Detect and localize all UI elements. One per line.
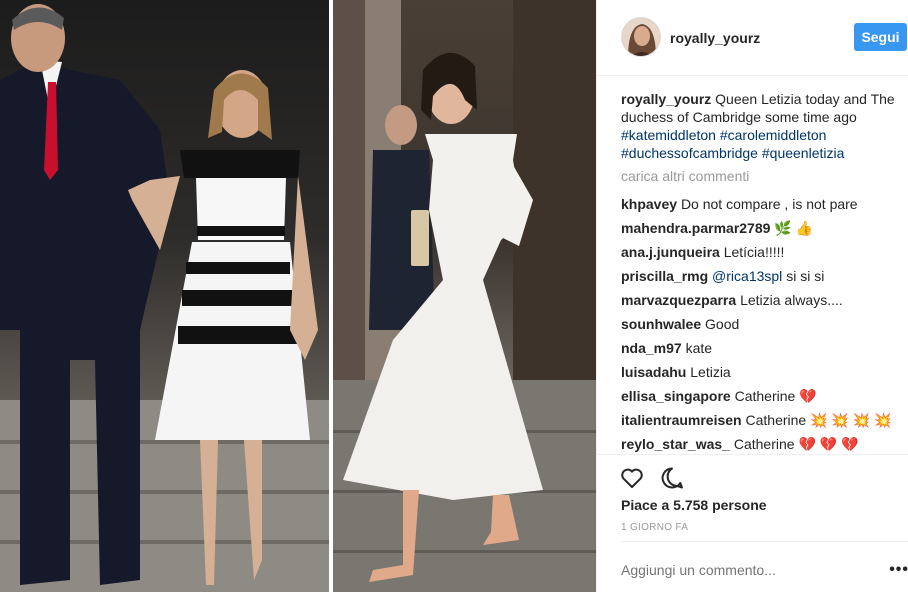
collision-emoji-icon: 💥: [831, 413, 849, 429]
comment-mention-link[interactable]: @rica13spl: [712, 268, 782, 284]
collision-emoji-icon: 💥: [810, 413, 828, 429]
follow-button[interactable]: Segui: [854, 23, 907, 51]
post-timestamp[interactable]: 1 GIORNO FA: [621, 522, 688, 533]
hashtag-link[interactable]: #duchessofcambridge: [621, 145, 758, 161]
post-side-panel: royally_yourz Segui royally_yourz Queen …: [596, 0, 908, 592]
comment-row: priscilla_rmg @rica13spl si si si: [621, 263, 901, 287]
comment-row: reylo_star_was_ Catherine 💔 💔 💔: [621, 431, 901, 455]
comment-row: marvazquezparra Letizia always....: [621, 287, 901, 311]
more-options-icon[interactable]: •••: [889, 561, 908, 579]
comment-username[interactable]: italientraumreisen: [621, 412, 742, 428]
load-more-comments-link[interactable]: carica altri commenti: [621, 168, 901, 186]
comment-username[interactable]: nda_m97: [621, 340, 682, 356]
comment-text: Letícia!!!!!: [723, 244, 785, 260]
broken-heart-emoji-icon: 💔: [798, 437, 816, 453]
comment-username[interactable]: khpavey: [621, 196, 677, 212]
comment-row: ellisa_singapore Catherine 💔: [621, 383, 901, 407]
broken-heart-emoji-icon: 💔: [819, 437, 838, 453]
leaf-emoji-icon: 🌿: [774, 221, 792, 237]
comment-row: ana.j.junqueira Letícia!!!!!: [621, 239, 901, 263]
comment-row: khpavey Do not compare , is not pare: [621, 191, 901, 215]
add-comment-bar: •••: [621, 541, 908, 591]
comment-username[interactable]: priscilla_rmg: [621, 268, 708, 284]
post-header: royally_yourz Segui: [597, 0, 908, 76]
hashtag-link[interactable]: #katemiddleton: [621, 127, 716, 143]
post-image[interactable]: [0, 0, 596, 592]
comment-text: Do not compare , is not pare: [680, 196, 858, 212]
comment-row: italientraumreisen Catherine 💥 💥 💥 💥: [621, 407, 901, 431]
comment-text: kate: [685, 340, 713, 356]
comment-row: nda_m97 kate: [621, 335, 901, 359]
post-actions: Piace a 5.758 persone 1 GIORNO FA •••: [597, 454, 908, 590]
add-comment-input[interactable]: [621, 562, 871, 578]
comment-icon[interactable]: [659, 465, 685, 491]
comment-text: Good: [705, 316, 740, 332]
post-caption: royally_yourz Queen Letizia today and Th…: [621, 90, 901, 162]
header-username[interactable]: royally_yourz: [670, 30, 760, 46]
photo-left-panel: [0, 0, 329, 592]
collision-emoji-icon: 💥: [852, 413, 871, 429]
collision-emoji-icon: 💥: [874, 413, 892, 429]
thumbs-up-emoji-icon: 👍: [795, 221, 814, 237]
comment-username[interactable]: luisadahu: [621, 364, 686, 380]
caption-username[interactable]: royally_yourz: [621, 91, 711, 107]
comment-text: si si si: [786, 268, 825, 284]
heart-icon[interactable]: [619, 465, 645, 491]
comment-text: Catherine: [733, 436, 795, 452]
comment-username[interactable]: mahendra.parmar2789: [621, 220, 770, 236]
comment-text: Letizia always....: [740, 292, 843, 308]
avatar[interactable]: [621, 17, 661, 57]
likes-count[interactable]: Piace a 5.758 persone: [621, 497, 767, 513]
comment-text: Letizia: [690, 364, 731, 380]
comments-list: royally_yourz Queen Letizia today and Th…: [621, 90, 901, 455]
broken-heart-emoji-icon: 💔: [841, 437, 859, 453]
broken-heart-emoji-icon: 💔: [799, 389, 817, 405]
comment-username[interactable]: marvazquezparra: [621, 292, 736, 308]
comment-username[interactable]: ana.j.junqueira: [621, 244, 720, 260]
photo-right-panel: [333, 0, 596, 592]
comment-username[interactable]: sounhwalee: [621, 316, 701, 332]
comment-row: luisadahu Letizia: [621, 359, 901, 383]
comment-text: Catherine: [734, 388, 796, 404]
comment-username[interactable]: ellisa_singapore: [621, 388, 731, 404]
comment-text: Catherine: [745, 412, 807, 428]
comment-username[interactable]: reylo_star_was_: [621, 436, 730, 452]
comment-row: sounhwalee Good: [621, 311, 901, 335]
comment-row: mahendra.parmar2789 🌿 👍: [621, 215, 901, 239]
hashtag-link[interactable]: #queenletizia: [762, 145, 845, 161]
hashtag-link[interactable]: #carolemiddleton: [720, 127, 827, 143]
